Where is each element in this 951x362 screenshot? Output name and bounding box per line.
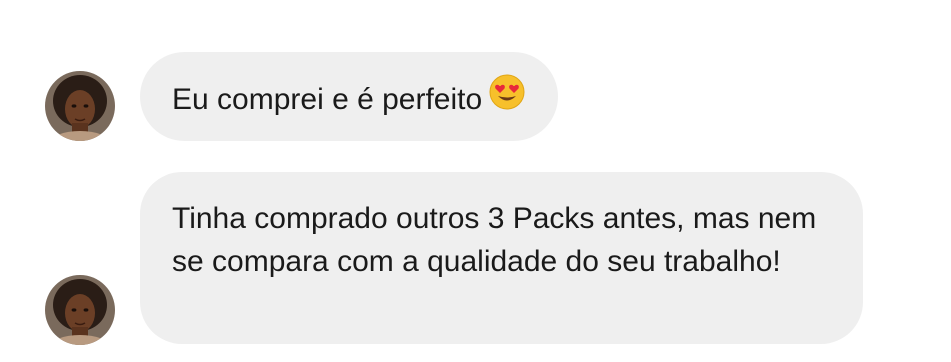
avatar[interactable] xyxy=(45,71,115,141)
avatar[interactable] xyxy=(45,275,115,345)
profile-photo-icon xyxy=(45,275,115,345)
message-bubble[interactable]: Tinha comprado outros 3 Packs antes, mas… xyxy=(140,172,863,344)
profile-photo-icon xyxy=(45,71,115,141)
heart-eyes-emoji-icon xyxy=(488,73,526,123)
message-text: Tinha comprado outros 3 Packs antes, mas… xyxy=(172,202,817,278)
message-bubble[interactable]: Eu comprei e é perfeito xyxy=(140,52,559,141)
message-text: Eu comprei e é perfeito xyxy=(172,82,483,116)
